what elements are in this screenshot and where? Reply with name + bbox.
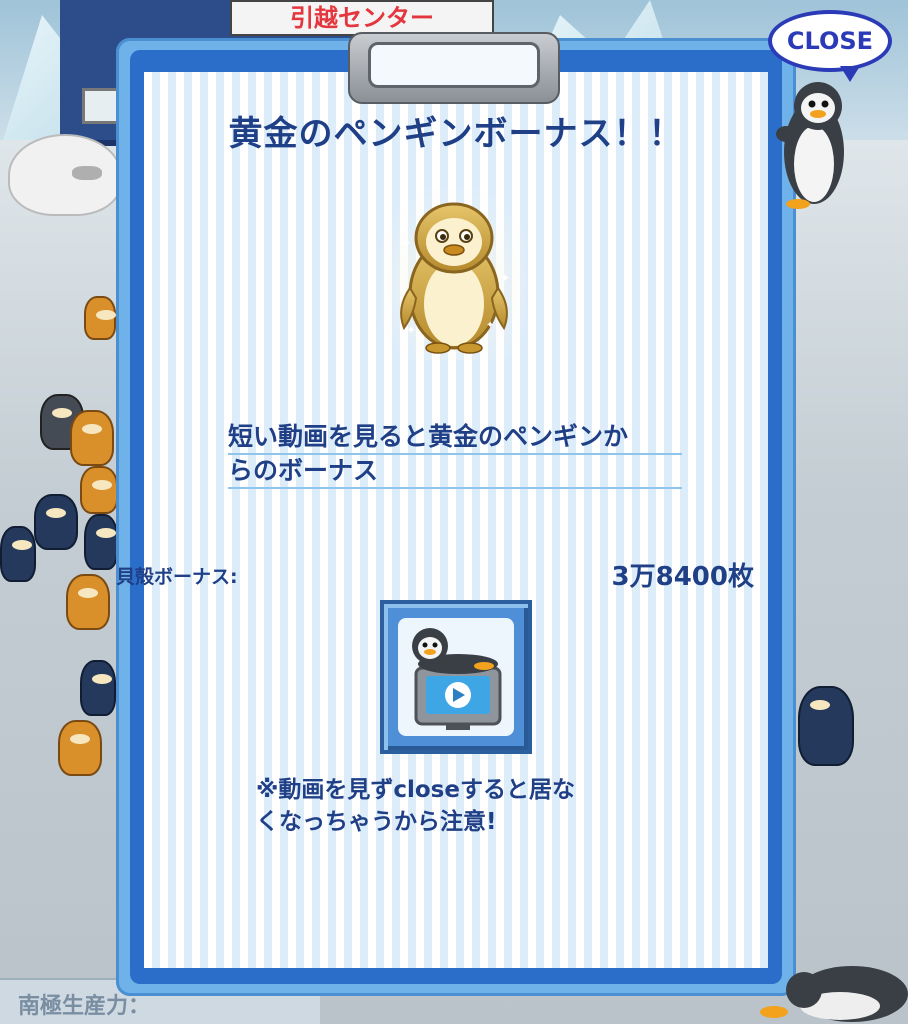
seal-character [8,134,122,216]
svg-text:✦: ✦ [400,236,412,252]
penguin-worker [58,720,102,776]
mascot-penguin-icon [776,82,844,209]
clipboard-clip [348,32,560,104]
warning-line-2: くなっちゃうから注意! [256,809,497,835]
building-window [82,88,120,124]
penguin-worker [84,514,118,570]
penguin-worker [70,410,114,466]
penguin-on-tv-play-icon [412,628,502,730]
close-button[interactable]: CLOSE [768,10,892,82]
penguin-worker [0,526,36,582]
golden-penguin-icon: ✦ ✦ ✦ ✦ [382,188,526,360]
sleeping-penguin-icon [760,966,908,1022]
description-line-2: らのボーナス [228,456,682,489]
svg-text:✦: ✦ [406,323,416,337]
penguin-worker [798,686,854,766]
dialog-title: 黄金のペンギンボーナス！！ [228,114,684,154]
clip-hole [368,42,540,88]
warning-line-1: ※動画を見ずcloseすると居な [256,777,575,803]
watch-video-button[interactable] [380,600,532,754]
golden-penguin-bonus-dialog: 黄金のペンギンボーナス！！ ✦ ✦ ✦ ✦ 短い動画を見ると黄金のペンギンか ら… [116,32,796,996]
shell-bonus-value: 3万8400枚 [611,562,754,592]
svg-text:✦: ✦ [486,320,494,331]
description-line-1: 短い動画を見ると黄金のペンギンか [228,422,682,455]
building-sign: 引越センター [230,0,494,36]
close-warning-text: ※動画を見ずcloseすると居な くなっちゃうから注意! [256,774,676,838]
penguin-worker [84,296,116,340]
penguin-worker [34,494,78,550]
shell-bonus-label: 貝殻ボーナス: [116,566,238,588]
penguin-worker [80,466,118,514]
bonus-description: 短い動画を見ると黄金のペンギンか らのボーナス [228,422,682,490]
video-button-face [398,618,514,736]
penguin-worker [66,574,110,630]
svg-text:✦: ✦ [500,271,510,285]
penguin-worker [80,660,116,716]
